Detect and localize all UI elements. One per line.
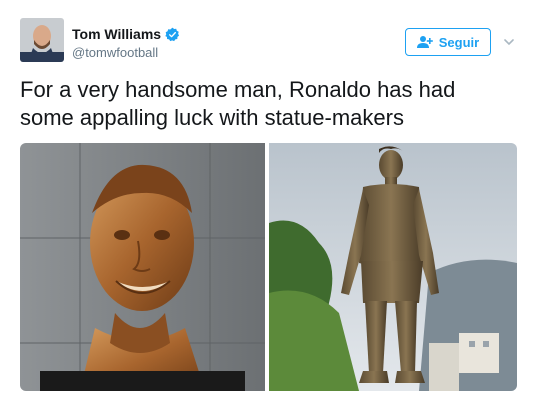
verified-badge-icon <box>165 27 180 42</box>
statue-photo[interactable] <box>269 143 517 391</box>
media-grid <box>20 143 517 391</box>
author-name-row[interactable]: Tom Williams <box>72 26 180 42</box>
tweet-text: For a very handsome man, Ronaldo has had… <box>20 76 520 132</box>
author-handle[interactable]: @tomwfootball <box>72 45 158 60</box>
follow-button-label: Seguir <box>438 34 480 50</box>
follow-button[interactable]: Seguir <box>405 28 491 56</box>
tweet-text-line: some appalling luck with statue-makers <box>20 105 404 130</box>
tweet-card: Tom Williams @tomwfootball Seguir For a … <box>0 0 533 400</box>
add-user-icon <box>416 35 433 49</box>
tweet-text-line: For a very handsome man, Ronaldo has had <box>20 77 456 102</box>
author-name[interactable]: Tom Williams <box>72 26 161 42</box>
bust-photo[interactable] <box>20 143 265 391</box>
avatar[interactable] <box>20 18 64 62</box>
chevron-down-icon[interactable] <box>503 35 515 47</box>
